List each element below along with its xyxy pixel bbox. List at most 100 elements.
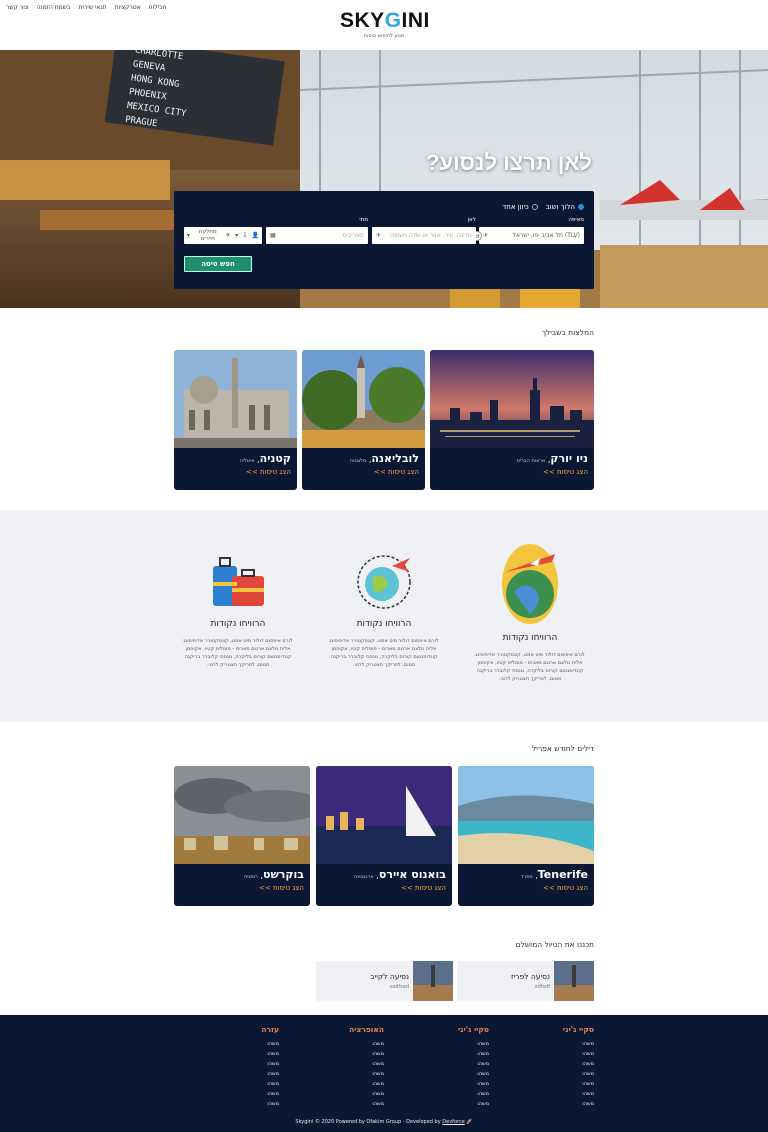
footer-column-title: סקיי ג'יני [562,1025,594,1034]
deal-card[interactable]: בוקרשט, רומניה הצג טיסות >> [174,766,310,906]
features-section: הרוויחו נקודות לורם איפסום דולור סיט אמט… [0,510,768,722]
feature-text: לורם איפסום דולור סיט אמט, קונסקטורר אדי… [475,652,585,682]
card-city: ניו יורק [550,452,588,465]
footer-link[interactable]: משהו [261,1049,279,1059]
footer-link[interactable]: משהו [349,1079,384,1089]
card-city: בואנוס איירס [378,868,446,881]
plane-landing-icon: ✈ [376,232,382,239]
footer-link[interactable]: משהו [458,1079,489,1089]
passengers-class-field[interactable]: 👤 1 ▾ ✈ מחלקת תיירים ▾ [184,227,262,244]
developer-link[interactable]: Devforce [442,1119,464,1125]
footer-link[interactable]: משהו [261,1089,279,1099]
seat-icon: ✈ [225,232,231,239]
radio-one-way[interactable]: כיוון אחד [502,203,538,211]
date-field[interactable]: תאריכים ▦ [266,227,368,244]
footer-link[interactable]: משהו [563,1099,594,1109]
radio-dot-icon [578,204,584,210]
show-flights-link[interactable]: הצג טיסות >> [180,468,291,476]
trip-plan-name: נסיעה לפריז [511,972,550,981]
show-flights-link[interactable]: הצג טיסות >> [180,884,304,892]
card-country: רומניה [243,874,258,880]
nav-item-contact[interactable]: צור קשר [6,4,28,11]
footer-link[interactable]: משהו [261,1059,279,1069]
footer-link[interactable]: משהו [458,1049,489,1059]
bucharest-image [174,766,310,864]
card-country: איטליה [239,458,255,464]
feature-item: הרוויחו נקודות לורם איפסום דולור סיט אמט… [324,552,444,669]
footer-link[interactable]: משהו [349,1049,384,1059]
footer-column: סקיי ג'יני משהו משהו משהו משהו משהו משהו… [458,1025,489,1109]
new-york-image [430,350,594,448]
footer-link[interactable]: משהו [458,1099,489,1109]
footer-link[interactable]: משהו [458,1059,489,1069]
from-field[interactable]: (TLV) תל אביב יפו, ישראל ✈ [479,227,584,244]
hero-title: לאן תרצו לנסוע? [425,150,592,175]
passengers-count: 1 [242,232,247,239]
logo[interactable]: SKYGINI מנוע לחיפוש טיסות [340,9,430,40]
when-label: מתי [359,217,368,223]
deals-title: דילים לחודש אפריל [532,744,594,753]
person-icon: 👤 [251,232,259,239]
site-footer: סקיי ג'יני משהו משהו משהו משהו משהו משהו… [0,1015,768,1132]
destination-card[interactable]: לובליאנה, סלובניה הצג טיסות >> [302,350,425,490]
footer-link[interactable]: משהו [563,1079,594,1089]
trip-plan-item[interactable]: נסיעה לקייב sadfsad [316,961,453,1001]
footer-column: האופרציה משהו משהו משהו משהו משהו משהו מ… [349,1025,384,1109]
footer-link[interactable]: משהו [261,1069,279,1079]
nav-item-terms[interactable]: תנאי שירות [78,4,106,11]
destination-card[interactable]: ניו יורק, ארצות הברית הצג טיסות >> [430,350,594,490]
copyright: Skygini © 2020 Powered by Ofakim Group -… [0,1119,768,1125]
show-flights-link[interactable]: הצג טיסות >> [322,884,446,892]
tenerife-image [458,766,594,864]
rocket-icon: 🚀 [466,1119,473,1125]
card-country: ספרד [520,874,533,880]
nav-item-attractions[interactable]: אטרקציות [115,4,141,11]
radio-round-trip[interactable]: הלוך ושוב [546,203,584,211]
footer-link[interactable]: משהו [458,1039,489,1049]
footer-link[interactable]: משהו [349,1039,384,1049]
deal-card[interactable]: Tenerife, ספרד הצג טיסות >> [458,766,594,906]
hero-banner: CHARLOTTE GENEVA HONG KONG PHOENIX MEXICO CI… [0,50,768,308]
footer-link[interactable]: משהו [563,1039,594,1049]
search-flights-button[interactable]: חפש טיסה [184,256,252,272]
trip-plan-name: נסיעה לקייב [370,972,409,981]
footer-link[interactable]: משהו [261,1099,279,1109]
to-field[interactable]: מדינה, עיר, אזור או שדה תעופה ✈ [372,227,476,244]
footer-link[interactable]: משהו [261,1039,279,1049]
logo-text-ini: INI [401,9,430,32]
footer-link[interactable]: משהו [349,1059,384,1069]
luggage-icon [213,557,264,606]
footer-link[interactable]: משהו [349,1089,384,1099]
footer-link[interactable]: משהו [563,1059,594,1069]
deal-card[interactable]: בואנוס איירס, ארגנטינה הצג טיסות >> [316,766,452,906]
show-flights-link[interactable]: הצג טיסות >> [464,884,588,892]
feature-text: לורם איפסום דולור סיט אמט, קונסקטורר אדי… [329,638,439,668]
trip-plan-item[interactable]: נסיעה לפריז sdfsdf [457,961,594,1001]
footer-link[interactable]: משהו [458,1069,489,1079]
chevron-down-icon: ▾ [187,232,191,239]
footer-column: סקיי ג'יני משהו משהו משהו משהו משהו משהו… [563,1025,594,1109]
footer-link[interactable]: משהו [563,1049,594,1059]
globe-orbit-icon [357,555,411,609]
footer-link[interactable]: משהו [563,1069,594,1079]
show-flights-link[interactable]: הצג טיסות >> [436,468,588,476]
flight-search-box: הלוך ושוב כיוון אחד מאיפה לאן מתי (TLV) … [174,191,594,289]
from-field-value: (TLV) תל אביב יפו, ישראל [512,232,580,239]
copyright-text: Skygini © 2020 Powered by Ofakim Group -… [295,1119,441,1125]
footer-link[interactable]: משהו [349,1069,384,1079]
feature-text: לורם איפסום דולור סיט אמט, קונסקטורר אדי… [183,638,293,668]
footer-link[interactable]: משהו [563,1089,594,1099]
buenos-aires-image [316,766,452,864]
globe-plane-icon [502,544,558,624]
class-value: מחלקת תיירים [198,228,217,242]
destination-card[interactable]: קטניה, איטליה הצג טיסות >> [174,350,297,490]
nav-item-packages[interactable]: חבילות [149,4,167,11]
nav-item-booking[interactable]: בשמת הזמנה [36,4,70,11]
show-flights-link[interactable]: הצג טיסות >> [308,468,419,476]
footer-link[interactable]: משהו [349,1099,384,1109]
top-nav: חבילות אטרקציות תנאי שירות בשמת הזמנה צו… [0,4,166,11]
footer-link[interactable]: משהו [261,1079,279,1089]
footer-column-title: עזרה [261,1025,279,1034]
footer-link[interactable]: משהו [458,1089,489,1099]
trip-plan-subtitle: sdfsdf [534,984,550,990]
